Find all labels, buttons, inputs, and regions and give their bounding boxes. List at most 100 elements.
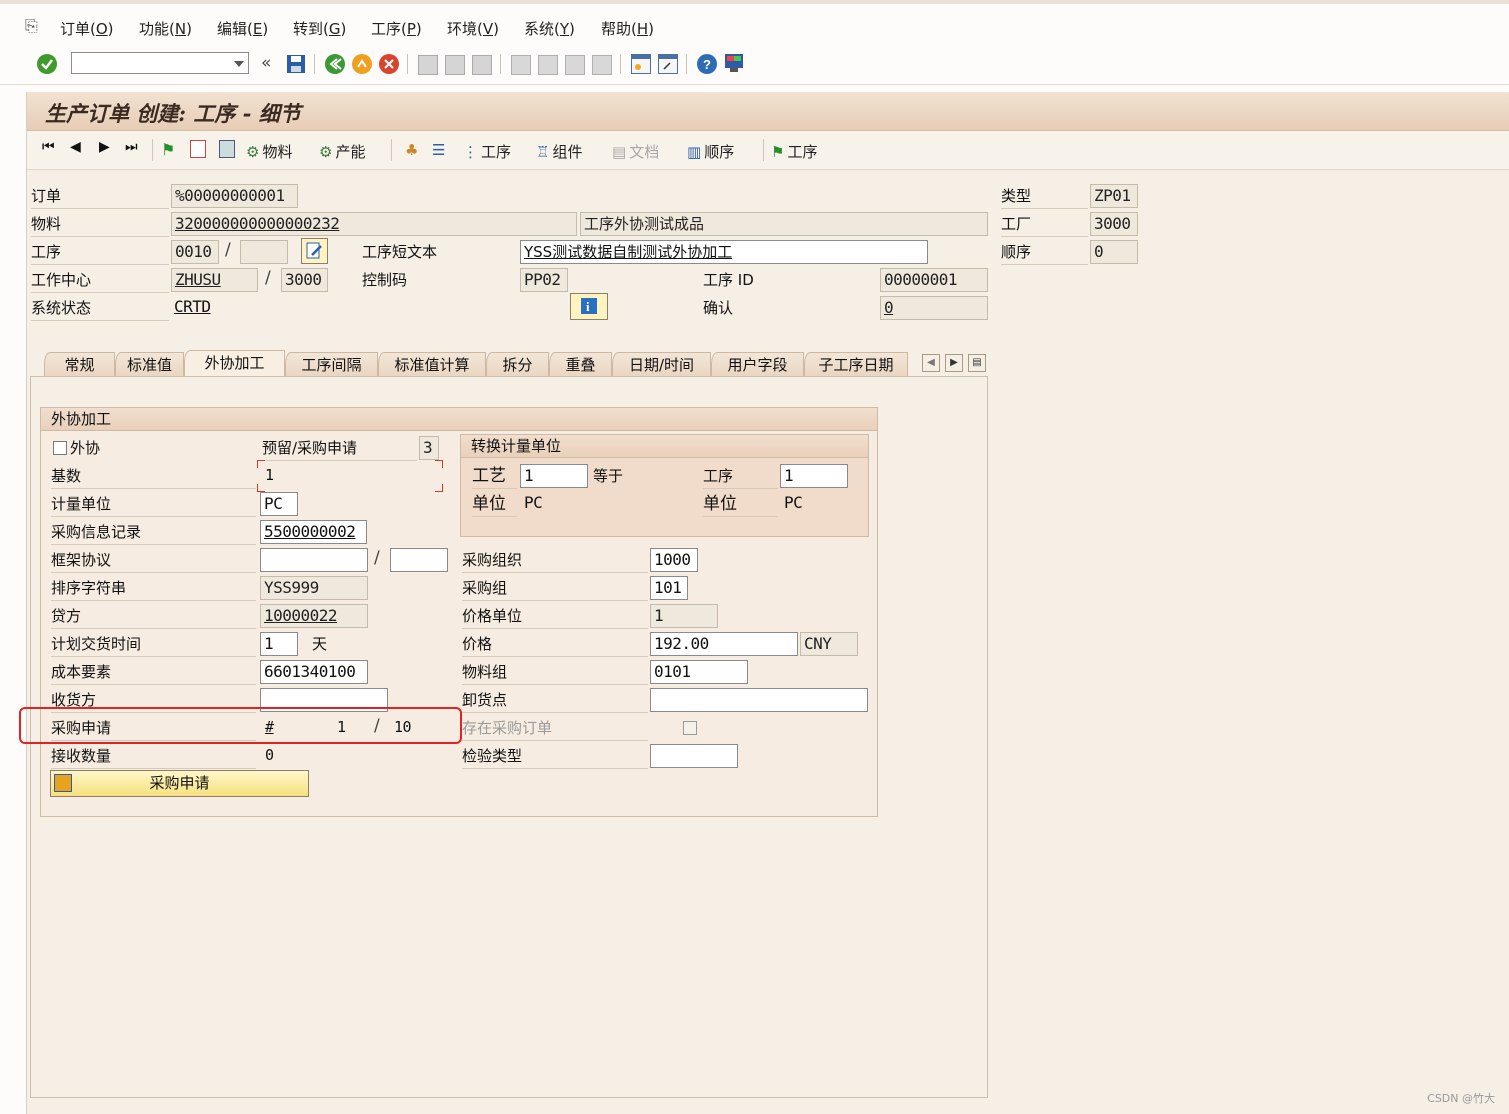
info-record-label: 采购信息记录: [51, 519, 256, 545]
workcenter-plant-field[interactable]: 3000: [281, 268, 328, 292]
workcenter-field[interactable]: ZHUSU: [171, 268, 258, 292]
short-text-field[interactable]: YSS测试数据自制测试外协加工: [520, 240, 928, 264]
previous-record-icon[interactable]: ◀: [70, 139, 81, 155]
suboperation-field[interactable]: [240, 240, 288, 264]
svg-text:i: i: [586, 299, 590, 314]
confirm-field[interactable]: 0: [880, 296, 988, 320]
next-page-icon: [565, 55, 585, 75]
uom-label: 计量单位: [51, 491, 256, 517]
menu-edit[interactable]: 编辑(E): [217, 18, 268, 39]
back-icon[interactable]: [325, 54, 345, 74]
sort-string-field[interactable]: YSS999: [260, 576, 368, 600]
planned-delivery-label: 计划交货时间: [51, 631, 256, 657]
edit-long-text-button[interactable]: [301, 238, 328, 264]
application-toolbar: ⏮ ◀ ▶ ⏭ ⚑ ⚙ 物料 ⚙ 产能 ♣ ☰ ⋮ 工序 ♖ 组件 ▤ 文档 ▥ 顺序 ⚑ 工…: [27, 131, 1509, 170]
flag-icon[interactable]: ⚑: [161, 140, 175, 159]
tab-dates-times[interactable]: 日期/时间: [612, 352, 711, 376]
control-key-field[interactable]: PP02: [520, 268, 568, 292]
conversion-operation-field[interactable]: 1: [780, 464, 848, 488]
enter-icon[interactable]: [37, 54, 57, 74]
tab-list-icon[interactable]: ▤: [968, 354, 986, 372]
uom-field[interactable]: PC: [260, 492, 298, 516]
new-session-icon[interactable]: [631, 54, 651, 74]
hierarchy-icon[interactable]: ♣: [405, 141, 418, 159]
tab-scroll-left-icon[interactable]: ◀: [922, 354, 940, 372]
inspection-type-field[interactable]: [650, 744, 738, 768]
menu-icon[interactable]: ⎘: [25, 16, 38, 36]
capacity-button[interactable]: ⚙ 产能: [319, 141, 365, 162]
purch-org-field[interactable]: 1000: [650, 548, 698, 572]
tab-outsourcing[interactable]: 外协加工: [184, 350, 285, 377]
inspection-type-label: 检验类型: [462, 743, 648, 769]
operation-icon: ⋮: [463, 142, 478, 161]
calculator-icon[interactable]: [219, 140, 235, 158]
purch-group-field[interactable]: 101: [650, 576, 688, 600]
tab-scroll-right-icon[interactable]: ▶: [945, 354, 963, 372]
chevron-down-icon[interactable]: [234, 61, 244, 67]
find-next-icon: [472, 55, 492, 75]
menu-function[interactable]: 功能(N): [139, 18, 192, 39]
operation-field[interactable]: 0010: [171, 240, 219, 264]
save-icon[interactable]: [286, 54, 306, 74]
system-status-value[interactable]: CRTD: [171, 296, 251, 320]
find-icon: [445, 55, 465, 75]
unloading-point-field[interactable]: [650, 688, 868, 712]
outline-agreement-field[interactable]: [260, 548, 368, 572]
operation-button[interactable]: ⋮ 工序: [463, 141, 511, 162]
menu-system[interactable]: 系统(Y): [524, 18, 575, 39]
currency-field[interactable]: CNY: [800, 632, 858, 656]
command-field[interactable]: [71, 52, 249, 74]
sequence-label: 顺序: [1001, 239, 1088, 265]
menu-help[interactable]: 帮助(H): [601, 18, 654, 39]
next-record-icon[interactable]: ▶: [99, 139, 110, 155]
conversion-craft-field[interactable]: 1: [520, 464, 588, 488]
help-icon[interactable]: ?: [697, 54, 717, 74]
sequence-button[interactable]: ▥ 顺序: [687, 141, 734, 162]
planned-delivery-field[interactable]: 1: [260, 632, 298, 656]
external-checkbox[interactable]: [53, 441, 67, 455]
reservation-label: 预留/采购申请: [262, 435, 417, 461]
cancel-icon[interactable]: [379, 54, 399, 74]
reservation-field[interactable]: 3: [419, 436, 439, 460]
tab-splitting[interactable]: 拆分: [486, 352, 549, 376]
vendor-field[interactable]: 10000022: [260, 604, 368, 628]
tab-overlapping[interactable]: 重叠: [549, 352, 612, 376]
last-record-icon[interactable]: ⏭: [125, 139, 138, 155]
menu-environment[interactable]: 环境(V): [447, 18, 499, 39]
menu-order[interactable]: 订单(O): [60, 18, 114, 39]
price-unit-field[interactable]: 1: [650, 604, 718, 628]
outline-agreement-item-field[interactable]: [390, 548, 448, 572]
stack-icon[interactable]: ☰: [432, 141, 445, 159]
shortcut-icon[interactable]: [658, 54, 678, 74]
first-record-icon[interactable]: ⏮: [42, 139, 55, 155]
material-field[interactable]: 320000000000000232: [171, 212, 577, 236]
component-button[interactable]: ♖ 组件: [536, 141, 582, 162]
purchase-requisition-button[interactable]: 采购申请: [50, 770, 309, 797]
collapse-icon[interactable]: «: [261, 53, 271, 73]
conversion-equal-label: 等于: [593, 467, 624, 485]
operation-flag-button[interactable]: ⚑ 工序: [771, 141, 817, 162]
order-field[interactable]: %00000000001: [171, 184, 298, 208]
tab-standard-value-calc[interactable]: 标准值计算: [378, 352, 486, 376]
tab-general[interactable]: 常规: [44, 352, 115, 376]
status-info-button[interactable]: i: [570, 293, 608, 320]
checklist-icon[interactable]: [190, 140, 206, 158]
cost-element-field[interactable]: 6601340100: [260, 660, 368, 684]
exit-icon[interactable]: [352, 54, 372, 74]
menu-operation[interactable]: 工序(P): [371, 18, 422, 39]
price-field[interactable]: 192.00: [650, 632, 798, 656]
layout-menu-icon[interactable]: [724, 53, 744, 73]
material-description: 工序外协测试成品: [580, 212, 988, 236]
operation-label: 工序: [31, 239, 169, 265]
base-quantity-field[interactable]: 1: [262, 464, 438, 488]
menu-bar: ⎘ 订单(O) 功能(N) 编辑(E) 转到(G) 工序(P) 环境(V) 系统…: [0, 0, 1509, 46]
material-group-field[interactable]: 0101: [650, 660, 748, 684]
tab-interoperation-times[interactable]: 工序间隔: [285, 352, 378, 376]
tab-user-fields[interactable]: 用户字段: [711, 352, 804, 376]
material-button[interactable]: ⚙ 物料: [246, 141, 292, 162]
tab-standard-values[interactable]: 标准值: [115, 352, 184, 376]
info-record-field[interactable]: 5500000002: [260, 520, 367, 544]
tab-sub-operation-dates[interactable]: 子工序日期: [804, 352, 908, 376]
menu-goto[interactable]: 转到(G): [293, 18, 346, 39]
po-exists-label: 存在采购订单: [462, 715, 648, 741]
